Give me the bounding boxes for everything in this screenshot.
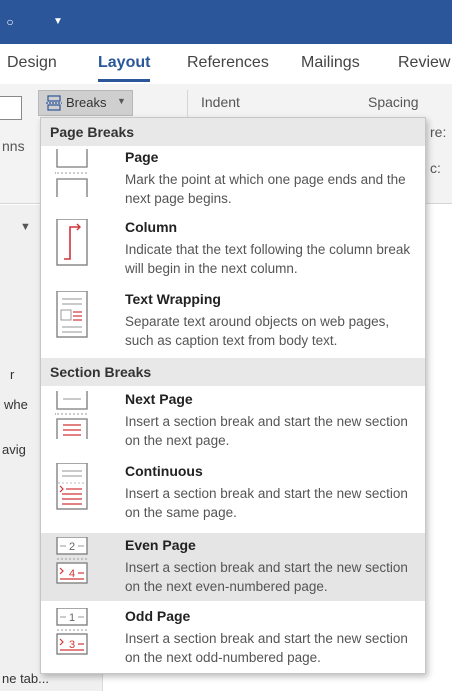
- breaks-button[interactable]: Breaks ▼: [38, 90, 133, 116]
- continuous-icon: [56, 463, 88, 510]
- menu-item-description: Indicate that the text following the col…: [125, 242, 411, 276]
- tab-mailings[interactable]: Mailings: [301, 54, 360, 72]
- menu-item-title: Even Page: [125, 537, 196, 553]
- column-break-icon: [56, 219, 88, 266]
- menu-item-description: Insert a section break and start the new…: [125, 631, 408, 665]
- menu-item-title: Text Wrapping: [125, 291, 221, 307]
- breaks-label: Breaks: [66, 95, 107, 110]
- menu-item-column[interactable]: Column Indicate that the text following …: [41, 219, 425, 281]
- page-setup-control[interactable]: [0, 96, 22, 120]
- tab-references[interactable]: References: [187, 54, 269, 72]
- section-header-label: Section Breaks: [50, 364, 152, 380]
- ribbon-tabs: Design Layout References Mailings Review: [0, 44, 452, 84]
- section-breaks-header: Section Breaks: [41, 358, 425, 386]
- even-page-number-top: 2: [69, 541, 75, 553]
- tab-review[interactable]: Review: [398, 54, 450, 72]
- nav-pane-text-1: r: [10, 367, 15, 382]
- breaks-icon: [46, 95, 62, 111]
- menu-item-title: Column: [125, 219, 178, 235]
- odd-page-number-bottom: 3: [69, 639, 75, 651]
- menu-item-text-wrapping[interactable]: Text Wrapping Separate text around objec…: [41, 291, 425, 353]
- menu-item-description: Insert a section break and start the new…: [125, 414, 408, 448]
- quick-access-dropdown-icon[interactable]: ▼: [48, 12, 68, 32]
- menu-item-even-page[interactable]: 2 4 Even Page Insert a section break and…: [41, 533, 425, 601]
- tab-design[interactable]: Design: [7, 54, 57, 72]
- spacing-before-label: re:: [430, 124, 447, 140]
- chevron-down-icon[interactable]: ▼: [20, 221, 31, 233]
- spacing-label: Spacing: [368, 94, 419, 110]
- nav-pane-text-2: whe: [4, 397, 28, 412]
- nav-pane-text-3: avig: [2, 442, 26, 457]
- page-break-icon: [55, 149, 89, 197]
- page-breaks-header: Page Breaks: [41, 118, 425, 146]
- menu-item-page[interactable]: Page Mark the point at which one page en…: [41, 149, 425, 211]
- menu-item-odd-page[interactable]: 1 3 Odd Page Insert a section break and …: [41, 608, 425, 670]
- section-header-label: Page Breaks: [50, 124, 135, 140]
- next-page-icon: [55, 391, 89, 439]
- menu-item-title: Page: [125, 149, 159, 165]
- window-control-icon[interactable]: ○: [0, 12, 20, 32]
- spacing-after-label: c:: [430, 160, 441, 176]
- menu-item-continuous[interactable]: Continuous Insert a section break and st…: [41, 463, 425, 525]
- tab-layout[interactable]: Layout: [98, 54, 151, 82]
- menu-item-next-page[interactable]: Next Page Insert a section break and sta…: [41, 391, 425, 453]
- even-page-number-bottom: 4: [69, 568, 75, 580]
- menu-item-title: Next Page: [125, 391, 193, 407]
- menu-item-description: Mark the point at which one page ends an…: [125, 172, 406, 206]
- menu-item-description: Separate text around objects on web page…: [125, 314, 390, 348]
- menu-item-description: Insert a section break and start the new…: [125, 560, 408, 594]
- columns-label[interactable]: nns: [2, 138, 25, 154]
- menu-item-description: Insert a section break and start the new…: [125, 486, 408, 520]
- breaks-dropdown-menu: Page Breaks Page Mark the point at which…: [40, 117, 426, 674]
- indent-label: Indent: [201, 94, 240, 110]
- chevron-down-icon: ▼: [117, 96, 126, 106]
- menu-item-title: Odd Page: [125, 608, 191, 624]
- title-bar: ○ ▼: [0, 0, 452, 44]
- odd-page-icon: 1 3: [55, 608, 89, 655]
- odd-page-number-top: 1: [69, 612, 75, 624]
- even-page-icon: 2 4: [55, 537, 89, 584]
- text-wrapping-icon: [56, 291, 88, 338]
- menu-item-title: Continuous: [125, 463, 203, 479]
